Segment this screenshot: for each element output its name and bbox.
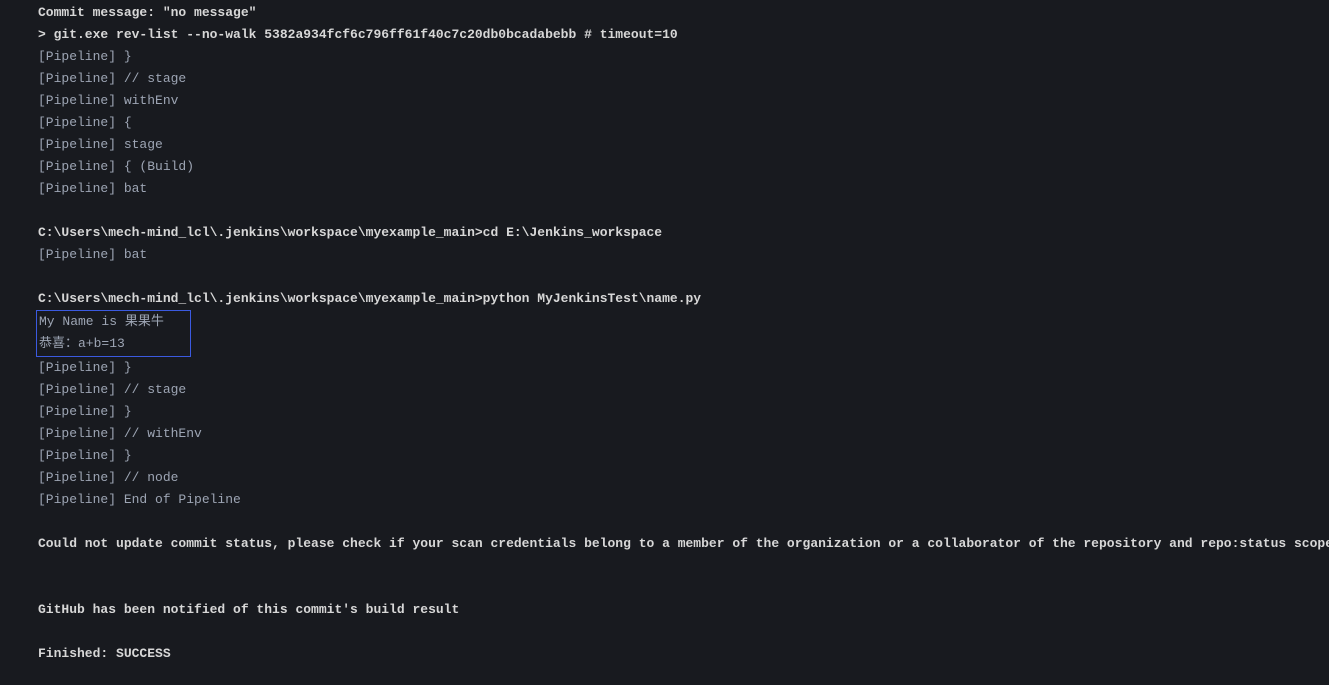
console-line: 恭喜：a+b=13: [39, 333, 164, 355]
console-line: [Pipeline] // node: [38, 467, 1329, 489]
console-line: [38, 511, 1329, 533]
console-line: [Pipeline] // withEnv: [38, 423, 1329, 445]
console-line: Finished: SUCCESS: [38, 643, 1329, 665]
console-line: Commit message: "no message": [38, 2, 1329, 24]
console-line: [Pipeline] }: [38, 357, 1329, 379]
highlighted-output: My Name is 果果牛恭喜：a+b=13: [36, 310, 191, 357]
console-line: C:\Users\mech-mind_lcl\.jenkins\workspac…: [38, 222, 1329, 244]
console-line: [Pipeline] withEnv: [38, 90, 1329, 112]
console-line: [Pipeline] }: [38, 46, 1329, 68]
console-line: [Pipeline] bat: [38, 244, 1329, 266]
console-output: Commit message: "no message" > git.exe r…: [20, 2, 1329, 665]
console-line: [38, 555, 1329, 577]
console-line: > git.exe rev-list --no-walk 5382a934fcf…: [38, 24, 1329, 46]
console-line: [38, 577, 1329, 599]
console-line: My Name is 果果牛: [39, 311, 164, 333]
console-line: [Pipeline] bat: [38, 178, 1329, 200]
console-line: [Pipeline] End of Pipeline: [38, 489, 1329, 511]
console-line: [Pipeline] }: [38, 445, 1329, 467]
console-line: GitHub has been notified of this commit'…: [38, 599, 1329, 621]
console-line: [Pipeline] // stage: [38, 68, 1329, 90]
console-line: C:\Users\mech-mind_lcl\.jenkins\workspac…: [38, 288, 1329, 310]
console-line: [Pipeline] stage: [38, 134, 1329, 156]
console-line: [Pipeline] {: [38, 112, 1329, 134]
console-line: [Pipeline] { (Build): [38, 156, 1329, 178]
console-line: [Pipeline] }: [38, 401, 1329, 423]
console-line: Could not update commit status, please c…: [38, 533, 1329, 555]
console-line: [38, 200, 1329, 222]
console-line: [Pipeline] // stage: [38, 379, 1329, 401]
console-line: [38, 266, 1329, 288]
console-line: [38, 621, 1329, 643]
